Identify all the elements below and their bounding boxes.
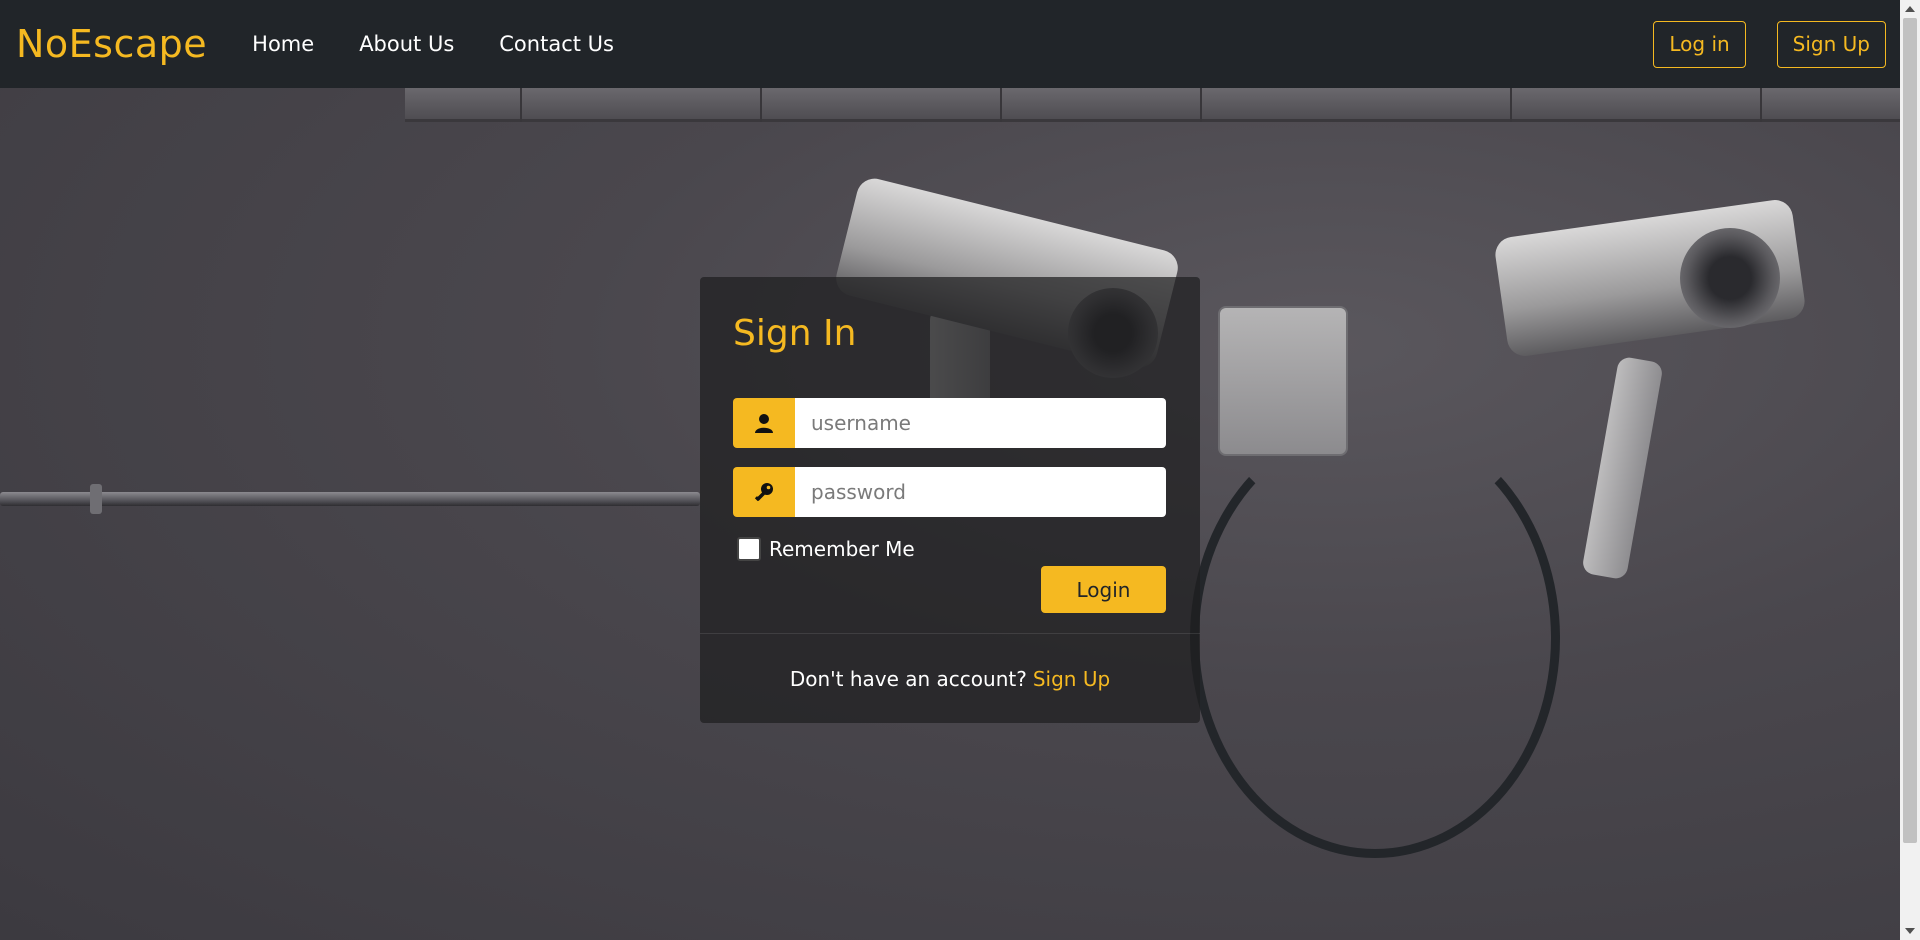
scroll-thumb[interactable] [1903,18,1917,843]
nav-link-about-us[interactable]: About Us [359,32,454,56]
remember-me-label[interactable]: Remember Me [769,537,915,561]
brand-logo[interactable]: NoEscape [16,22,207,66]
remember-me: Remember Me [737,537,915,561]
password-group [733,467,1166,517]
wall-pipe [0,492,700,506]
wall-brick-line [1510,88,1512,122]
wall-ledge [405,88,1900,122]
wall-brick-line [1000,88,1002,122]
scroll-down-icon[interactable] [1905,928,1915,934]
camera-lens-right [1680,228,1780,328]
camera-mount-right [1581,355,1664,581]
signin-footer: Don't have an account? Sign Up [700,633,1200,723]
signin-title: Sign In [733,313,857,354]
user-icon [733,398,795,448]
signup-link[interactable]: Sign Up [1033,667,1110,691]
nav-links: Home About Us Contact Us [237,32,644,56]
navbar: NoEscape Home About Us Contact Us Log in… [0,0,1900,88]
wall-brick-line [520,88,522,122]
login-button[interactable]: Login [1041,566,1166,613]
nav-link-contact-us[interactable]: Contact Us [499,32,614,56]
scroll-up-icon[interactable] [1905,6,1915,12]
signin-card: Sign In Remember Me Login Don't have an … [700,277,1200,723]
signup-prompt: Don't have an account? [789,666,1027,691]
wall-brick-line [1200,88,1202,122]
wall-brick-line [760,88,762,122]
camera-cable [1190,418,1560,858]
wall-brick-line [1760,88,1762,122]
nav-login-button[interactable]: Log in [1653,20,1746,68]
password-input[interactable] [795,467,1166,517]
nav-actions: Log in Sign Up [1622,20,1886,68]
username-group [733,398,1166,448]
page-scrollbar[interactable] [1900,0,1920,940]
key-icon [733,467,795,517]
pipe-clamp [90,484,102,514]
nav-signup-button[interactable]: Sign Up [1776,20,1886,68]
remember-me-checkbox[interactable] [737,537,761,561]
nav-link-home[interactable]: Home [252,32,314,56]
username-input[interactable] [795,398,1166,448]
